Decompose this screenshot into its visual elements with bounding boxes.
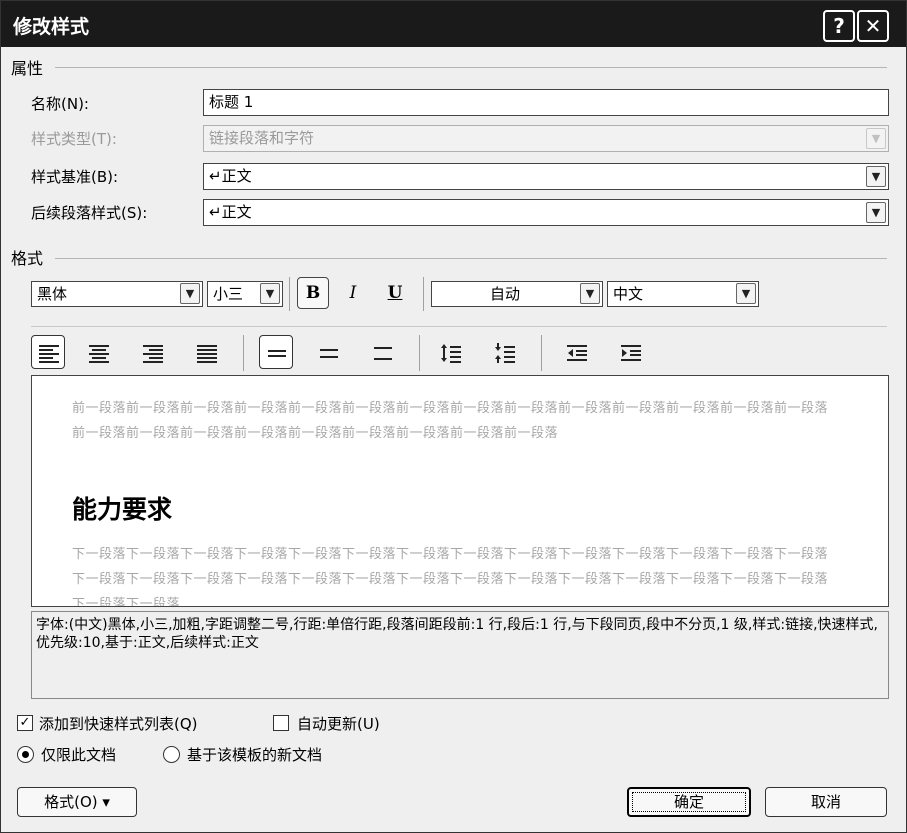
font-name-value: 黑体 <box>37 285 68 303</box>
chevron-down-icon[interactable]: ▼ <box>180 283 200 304</box>
underline-button[interactable]: U <box>379 277 411 309</box>
toolbar-separator <box>541 335 542 371</box>
toolbar-divider <box>31 326 887 327</box>
justify-icon <box>197 345 217 363</box>
align-center-button[interactable] <box>81 335 115 369</box>
style-type-select: 链接段落和字符 ▼ <box>203 125 889 152</box>
double-spacing-icon <box>374 347 392 360</box>
new-documents-template-radio[interactable] <box>163 746 180 763</box>
auto-update-checkbox[interactable] <box>273 715 289 731</box>
dialog-title: 修改样式 <box>13 16 90 38</box>
chevron-down-icon[interactable]: ▼ <box>580 283 600 304</box>
style-preview: 前一段落前一段落前一段落前一段落前一段落前一段落前一段落前一段落前一段落前一段落… <box>31 375 889 607</box>
font-size-value: 小三 <box>213 285 244 303</box>
double-spacing-button[interactable] <box>365 335 399 369</box>
single-spacing-icon <box>268 350 286 357</box>
only-this-document-label[interactable]: 仅限此文档 <box>41 744 116 765</box>
close-button[interactable]: ✕ <box>857 10 889 42</box>
cancel-button[interactable]: 取消 <box>765 787 887 817</box>
checkmark-icon: ✓ <box>19 715 31 730</box>
single-spacing-button[interactable] <box>259 335 293 369</box>
font-size-select[interactable]: 小三 ▼ <box>207 281 283 307</box>
following-style-value: ↵正文 <box>209 203 252 221</box>
toolbar-separator <box>419 335 420 371</box>
align-left-button[interactable] <box>31 335 65 369</box>
style-type-value: 链接段落和字符 <box>209 129 315 147</box>
font-color-select[interactable]: 自动 ▼ <box>431 281 603 307</box>
chevron-down-icon[interactable]: ▼ <box>736 283 756 304</box>
following-style-label: 后续段落样式(S): <box>31 204 148 222</box>
script-select[interactable]: 中文 ▼ <box>607 281 759 307</box>
ok-button-label: 确定 <box>673 793 704 811</box>
only-this-document-radio[interactable] <box>17 746 34 763</box>
justify-button[interactable] <box>189 335 223 369</box>
add-to-quick-styles-label[interactable]: 添加到快速样式列表(Q) <box>39 713 198 734</box>
previous-paragraph-text: 前一段落前一段落前一段落前一段落前一段落前一段落前一段落前一段落前一段落前一段落… <box>72 401 829 441</box>
help-button[interactable]: ? <box>823 10 855 42</box>
radio-selected-dot <box>22 751 29 758</box>
format-divider <box>55 258 887 259</box>
based-on-value: ↵正文 <box>209 167 252 185</box>
chevron-down-icon[interactable]: ▼ <box>866 166 886 187</box>
one-half-spacing-button[interactable] <box>311 335 345 369</box>
title-bar: 修改样式 ? ✕ <box>1 1 906 47</box>
next-paragraph-text: 下一段落下一段落下一段落下一段落下一段落下一段落下一段落下一段落下一段落下一段落… <box>72 547 829 607</box>
one-half-spacing-icon <box>320 349 338 358</box>
format-menu-button[interactable]: 格式(O) ▾ <box>17 787 137 817</box>
style-description: 字体:(中文)黑体,小三,加粗,字距调整二号,行距:单倍行距,段落间距段前:1 … <box>31 611 889 699</box>
decrease-indent-icon <box>567 345 587 361</box>
space-after-icon <box>495 343 515 363</box>
italic-button[interactable]: I <box>337 277 369 309</box>
modify-style-dialog: 修改样式 ? ✕ 属性 名称(N): 标题 1 样式类型(T): 链接段落和字符… <box>0 0 907 833</box>
properties-divider <box>55 67 887 68</box>
based-on-label: 样式基准(B): <box>31 168 119 186</box>
based-on-select[interactable]: ↵正文 ▼ <box>203 163 889 190</box>
decrease-indent-button[interactable] <box>559 335 593 369</box>
align-center-icon <box>89 345 109 363</box>
increase-indent-button[interactable] <box>613 335 647 369</box>
align-left-icon <box>39 345 59 363</box>
name-field[interactable]: 标题 1 <box>203 89 889 116</box>
properties-group-label: 属性 <box>11 59 44 78</box>
align-right-button[interactable] <box>135 335 169 369</box>
toolbar-separator <box>423 277 424 311</box>
auto-update-label[interactable]: 自动更新(U) <box>297 713 380 734</box>
chevron-down-icon: ▼ <box>866 128 886 149</box>
name-label: 名称(N): <box>31 95 89 113</box>
bold-button[interactable]: B <box>297 277 329 309</box>
toolbar-separator <box>289 277 290 311</box>
font-color-value: 自动 <box>489 285 520 303</box>
style-type-label: 样式类型(T): <box>31 130 117 148</box>
toolbar-separator <box>243 335 244 371</box>
ok-button[interactable]: 确定 <box>627 787 751 817</box>
space-before-increase-button[interactable] <box>433 335 467 369</box>
format-group-label: 格式 <box>11 249 44 268</box>
chevron-down-icon[interactable]: ▼ <box>866 202 886 223</box>
chevron-down-icon[interactable]: ▼ <box>260 283 280 304</box>
space-before-icon <box>441 344 461 363</box>
align-right-icon <box>143 345 163 363</box>
space-before-decrease-button[interactable] <box>487 335 521 369</box>
new-documents-template-label[interactable]: 基于该模板的新文档 <box>187 744 322 765</box>
following-style-select[interactable]: ↵正文 ▼ <box>203 199 889 226</box>
add-to-quick-styles-checkbox[interactable]: ✓ <box>17 715 33 731</box>
preview-heading: 能力要求 <box>72 495 173 524</box>
increase-indent-icon <box>621 345 641 361</box>
script-value: 中文 <box>613 285 644 303</box>
font-name-select[interactable]: 黑体 ▼ <box>31 281 203 307</box>
